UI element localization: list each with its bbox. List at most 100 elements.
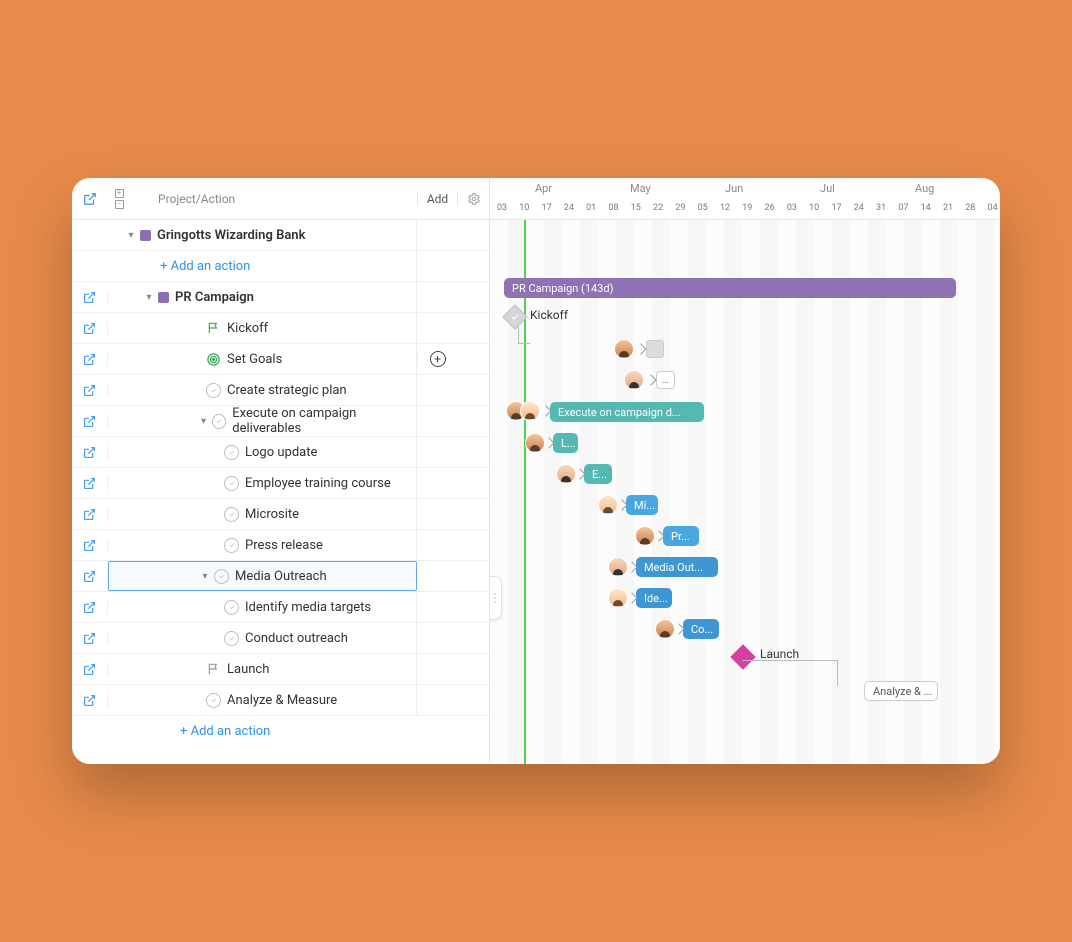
assignee-avatar[interactable]	[635, 526, 655, 546]
open-action-icon[interactable]	[72, 291, 108, 304]
panel-resize-grip[interactable]: ⋮⋮	[490, 576, 502, 620]
task-status-icon[interactable]	[224, 445, 239, 460]
gantt-bar[interactable]: Co...	[683, 619, 719, 639]
open-action-icon[interactable]	[72, 415, 108, 428]
task-status-icon[interactable]	[214, 569, 229, 584]
subproject-row[interactable]: ▾ PR Campaign	[72, 282, 489, 313]
gantt-day-label: 17	[538, 203, 556, 213]
task-row-execute[interactable]: ▾Execute on campaign deliverables	[72, 406, 489, 437]
task-row-analyze[interactable]: Analyze & Measure	[72, 685, 489, 716]
gantt-block-placeholder[interactable]	[646, 340, 664, 358]
caret-icon[interactable]: ▾	[198, 571, 212, 582]
gantt-bar[interactable]: L...	[553, 433, 578, 453]
task-label: Press release	[245, 538, 323, 553]
task-row-launch[interactable]: Launch	[72, 654, 489, 685]
task-row-press[interactable]: Press release	[72, 530, 489, 561]
task-label: Analyze & Measure	[227, 693, 337, 708]
gantt-day-label: 28	[961, 203, 979, 213]
gantt-bar[interactable]: Pr...	[663, 526, 699, 546]
task-status-icon[interactable]	[206, 383, 221, 398]
task-row-training[interactable]: Employee training course	[72, 468, 489, 499]
open-action-icon[interactable]	[72, 601, 108, 614]
assignee-avatar[interactable]	[608, 588, 628, 608]
gantt-days: 0310172401081522290512192603101724310714…	[490, 203, 1000, 217]
task-status-icon[interactable]	[224, 476, 239, 491]
task-status-icon[interactable]	[224, 507, 239, 522]
open-action-icon[interactable]	[72, 322, 108, 335]
task-row-logo[interactable]: Logo update	[72, 437, 489, 468]
gantt-day-label: 22	[649, 203, 667, 213]
assignee-avatar[interactable]	[525, 433, 545, 453]
task-row-microsite[interactable]: Microsite	[72, 499, 489, 530]
task-status-icon[interactable]	[206, 693, 221, 708]
open-action-icon[interactable]	[72, 694, 108, 707]
task-row-media[interactable]: ▾Media Outreach	[72, 561, 489, 592]
task-row-strategic[interactable]: Create strategic plan	[72, 375, 489, 406]
task-row-conduct[interactable]: Conduct outreach	[72, 623, 489, 654]
gantt-bar[interactable]: E...	[584, 464, 612, 484]
assignee-avatar[interactable]	[655, 619, 675, 639]
task-row-setgoals[interactable]: Set Goals +	[72, 344, 489, 375]
caret-icon[interactable]: ▾	[142, 292, 156, 303]
task-status-icon[interactable]	[224, 538, 239, 553]
task-status-icon[interactable]	[224, 631, 239, 646]
project-title: Gringotts Wizarding Bank	[157, 228, 305, 243]
open-action-icon[interactable]	[72, 508, 108, 521]
gantt-day-label: 04	[984, 203, 1000, 213]
task-label: Employee training course	[245, 476, 391, 491]
caret-icon[interactable]: ▾	[197, 416, 210, 427]
gantt-bar[interactable]: Media Out...	[636, 557, 718, 577]
gantt-month-label: Aug	[915, 182, 934, 195]
task-status-icon[interactable]	[212, 414, 226, 429]
task-label: Launch	[227, 662, 269, 677]
milestone-kickoff-label: Kickoff	[530, 308, 568, 322]
assignee-avatar[interactable]	[608, 557, 628, 577]
task-status-icon[interactable]	[224, 600, 239, 615]
assignee-avatar[interactable]	[598, 495, 618, 515]
open-external-icon[interactable]	[72, 192, 108, 206]
expand-all-icon[interactable]: +	[115, 189, 124, 198]
open-action-icon[interactable]	[72, 477, 108, 490]
left-header: + − Project/Action Add	[72, 178, 489, 220]
add-subtask-icon[interactable]: +	[430, 351, 446, 367]
task-label: Logo update	[245, 445, 317, 460]
gantt-day-label: 24	[850, 203, 868, 213]
open-action-icon[interactable]	[72, 446, 108, 459]
column-header-add[interactable]: Add	[417, 192, 457, 206]
open-action-icon[interactable]	[72, 384, 108, 397]
open-action-icon[interactable]	[72, 632, 108, 645]
expand-collapse-toggles[interactable]: + −	[108, 189, 130, 209]
open-action-icon[interactable]	[72, 353, 108, 366]
gantt-bar[interactable]: Analyze & ...	[864, 681, 938, 701]
caret-icon[interactable]: ▾	[124, 230, 138, 241]
add-action-row[interactable]: + Add an action	[72, 716, 489, 747]
assignee-avatar[interactable]	[556, 464, 576, 484]
add-action-row[interactable]: + Add an action	[72, 251, 489, 282]
gantt-bar[interactable]: Execute on campaign d...	[550, 402, 704, 422]
task-row-kickoff[interactable]: Kickoff	[72, 313, 489, 344]
gantt-day-label: 10	[805, 203, 823, 213]
add-action-link: + Add an action	[160, 259, 250, 274]
gantt-day-label: 03	[493, 203, 511, 213]
task-row-identify[interactable]: Identify media targets	[72, 592, 489, 623]
assignee-avatar[interactable]	[624, 370, 644, 390]
gantt-month-label: Jul	[820, 182, 835, 195]
gantt-collapsed-bubble[interactable]: …	[656, 371, 675, 389]
open-action-icon[interactable]	[72, 539, 108, 552]
gantt-day-label: 07	[894, 203, 912, 213]
project-root-row[interactable]: ▾ Gringotts Wizarding Bank	[72, 220, 489, 251]
settings-icon[interactable]	[457, 192, 489, 206]
gantt-body[interactable]: PR Campaign (143d) Kickoff … Execute on cam…	[490, 220, 1000, 764]
gantt-day-label: 12	[716, 203, 734, 213]
gantt-month-label: May	[630, 182, 651, 195]
column-header-project: Project/Action	[130, 192, 417, 206]
open-action-icon[interactable]	[72, 663, 108, 676]
open-action-icon[interactable]	[72, 570, 108, 583]
gantt-bar[interactable]: Mi...	[626, 495, 658, 515]
assignee-avatar[interactable]	[520, 401, 540, 421]
task-label: Kickoff	[227, 321, 268, 336]
collapse-all-icon[interactable]: −	[115, 200, 124, 209]
gantt-bar[interactable]: Ide...	[636, 588, 672, 608]
assignee-avatar[interactable]	[614, 339, 634, 359]
gantt-summary-bar[interactable]: PR Campaign (143d)	[504, 278, 956, 298]
